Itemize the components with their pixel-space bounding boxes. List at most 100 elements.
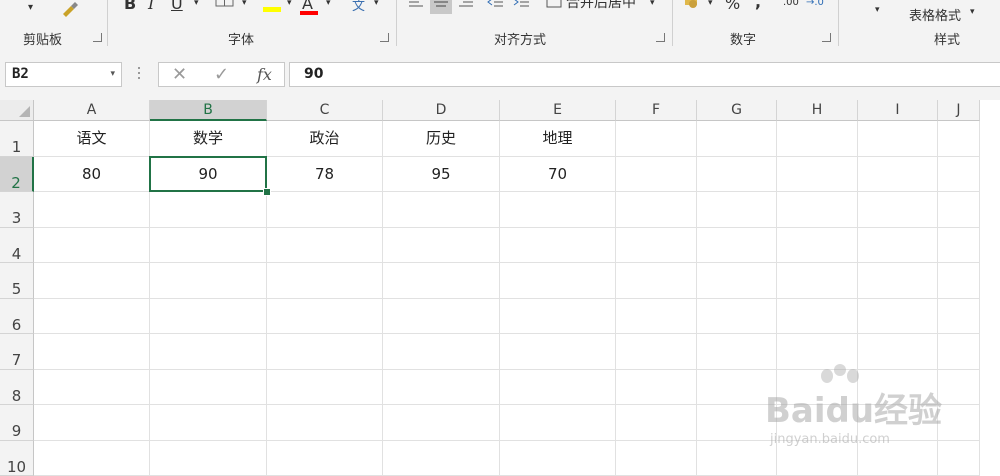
cell-e5[interactable] — [500, 263, 616, 299]
cell-j6[interactable] — [938, 299, 980, 335]
cell-f1[interactable] — [616, 121, 697, 157]
cell-g5[interactable] — [697, 263, 777, 299]
increase-indent-icon[interactable] — [512, 0, 530, 12]
cell-d8[interactable] — [383, 370, 500, 406]
cell-j9[interactable] — [938, 405, 980, 441]
cell-f7[interactable] — [616, 334, 697, 370]
cell-e1[interactable]: 地理 — [500, 121, 616, 157]
column-header-f[interactable]: F — [616, 100, 697, 121]
cell-j5[interactable] — [938, 263, 980, 299]
cell-g1[interactable] — [697, 121, 777, 157]
name-box[interactable]: B2 ▾ — [5, 62, 122, 87]
cell-b2[interactable]: 90 — [150, 157, 267, 193]
borders-dropdown[interactable]: ▾ — [242, 0, 247, 8]
row-header-4[interactable]: 4 — [0, 228, 34, 264]
insert-function-button[interactable]: fx — [257, 62, 272, 87]
format-as-table-dropdown[interactable]: ▾ — [970, 7, 975, 17]
cell-d3[interactable] — [383, 192, 500, 228]
cancel-icon[interactable]: ✕ — [172, 62, 187, 87]
fill-color-dropdown[interactable]: ▾ — [287, 0, 292, 8]
decrease-indent-icon[interactable] — [486, 0, 504, 12]
cell-d10[interactable] — [383, 441, 500, 476]
cell-h5[interactable] — [777, 263, 858, 299]
italic-button[interactable]: I — [148, 0, 154, 13]
phonetic-icon[interactable]: 文 — [352, 0, 365, 14]
cell-a9[interactable] — [34, 405, 150, 441]
row-header-6[interactable]: 6 — [0, 299, 34, 335]
bold-button[interactable]: B — [124, 0, 136, 13]
row-header-5[interactable]: 5 — [0, 263, 34, 299]
cell-e4[interactable] — [500, 228, 616, 264]
cell-i7[interactable] — [858, 334, 938, 370]
cell-d6[interactable] — [383, 299, 500, 335]
cell-a6[interactable] — [34, 299, 150, 335]
cell-b1[interactable]: 数学 — [150, 121, 267, 157]
formula-input[interactable]: 90 — [289, 62, 1000, 87]
cell-e3[interactable] — [500, 192, 616, 228]
cell-b8[interactable] — [150, 370, 267, 406]
column-header-d[interactable]: D — [383, 100, 500, 121]
cell-f10[interactable] — [616, 441, 697, 476]
cell-d1[interactable]: 历史 — [383, 121, 500, 157]
cell-c3[interactable] — [267, 192, 383, 228]
column-header-g[interactable]: G — [697, 100, 777, 121]
cell-g4[interactable] — [697, 228, 777, 264]
cell-i6[interactable] — [858, 299, 938, 335]
cell-d5[interactable] — [383, 263, 500, 299]
cell-a4[interactable] — [34, 228, 150, 264]
cell-b10[interactable] — [150, 441, 267, 476]
cell-d9[interactable] — [383, 405, 500, 441]
cell-f6[interactable] — [616, 299, 697, 335]
cell-e2[interactable]: 70 — [500, 157, 616, 193]
cell-h4[interactable] — [777, 228, 858, 264]
cell-j3[interactable] — [938, 192, 980, 228]
cell-f4[interactable] — [616, 228, 697, 264]
phonetic-dropdown[interactable]: ▾ — [374, 0, 379, 8]
cell-g2[interactable] — [697, 157, 777, 193]
cell-j4[interactable] — [938, 228, 980, 264]
cell-b5[interactable] — [150, 263, 267, 299]
cell-a1[interactable]: 语文 — [34, 121, 150, 157]
font-color-dropdown[interactable]: ▾ — [326, 0, 331, 8]
format-as-table-button[interactable]: 表格格式 — [909, 5, 961, 24]
cell-c9[interactable] — [267, 405, 383, 441]
cell-d4[interactable] — [383, 228, 500, 264]
clipboard-dialog-launcher[interactable] — [93, 33, 102, 42]
cell-e10[interactable] — [500, 441, 616, 476]
align-right-icon[interactable] — [458, 0, 474, 12]
cell-i3[interactable] — [858, 192, 938, 228]
cell-c5[interactable] — [267, 263, 383, 299]
column-header-b[interactable]: B — [150, 100, 267, 121]
cell-b4[interactable] — [150, 228, 267, 264]
cell-b9[interactable] — [150, 405, 267, 441]
cell-h6[interactable] — [777, 299, 858, 335]
cell-e9[interactable] — [500, 405, 616, 441]
align-left-icon[interactable] — [408, 0, 424, 12]
cell-c2[interactable]: 78 — [267, 157, 383, 193]
select-all-button[interactable] — [0, 100, 34, 121]
cell-a2[interactable]: 80 — [34, 157, 150, 193]
cell-c10[interactable] — [267, 441, 383, 476]
cell-g10[interactable] — [697, 441, 777, 476]
cell-f5[interactable] — [616, 263, 697, 299]
cell-b3[interactable] — [150, 192, 267, 228]
cell-c8[interactable] — [267, 370, 383, 406]
cell-d7[interactable] — [383, 334, 500, 370]
row-header-3[interactable]: 3 — [0, 192, 34, 228]
merge-center-dropdown[interactable]: ▾ — [650, 0, 655, 8]
align-center-icon[interactable] — [430, 0, 452, 14]
cell-a8[interactable] — [34, 370, 150, 406]
cell-c6[interactable] — [267, 299, 383, 335]
cell-g7[interactable] — [697, 334, 777, 370]
merge-center-icon[interactable] — [546, 0, 562, 12]
conditional-format-dropdown[interactable]: ▾ — [875, 5, 880, 15]
column-header-j[interactable]: J — [938, 100, 980, 121]
percent-button[interactable]: % — [725, 0, 740, 13]
cell-a10[interactable] — [34, 441, 150, 476]
cell-c1[interactable]: 政治 — [267, 121, 383, 157]
column-header-e[interactable]: E — [500, 100, 616, 121]
row-header-1[interactable]: 1 — [0, 121, 34, 157]
row-header-8[interactable]: 8 — [0, 370, 34, 406]
decrease-decimal-button[interactable]: →.0 — [806, 0, 824, 8]
cell-h2[interactable] — [777, 157, 858, 193]
